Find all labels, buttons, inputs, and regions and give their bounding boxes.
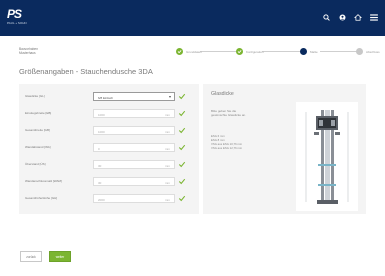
glass-options-list: ESG 6 mm ESG 8 mm VSG aus ESG 10,76 mm V…: [211, 134, 242, 150]
field-unit: mm: [165, 163, 170, 168]
check-icon: [176, 48, 183, 55]
breadcrumb-line[interactable]: Musterhaus: [19, 51, 38, 55]
check-icon: [178, 161, 186, 168]
form-row-ueberstand: Überstand [ÜS] 30 mm: [25, 160, 193, 169]
field-unit: mm: [165, 197, 170, 202]
glass-option: VSG aus ESG 12,76 mm: [211, 146, 243, 150]
shower-profile-illustration: [305, 110, 349, 204]
search-icon[interactable]: [321, 11, 331, 23]
page-title: Größenangaben - Stauchendusche 3DA: [19, 67, 153, 76]
field-value: 30: [98, 163, 102, 168]
dimensions-form: Glasdicke [GL] 6/8 Einfach ▾ Einstiegsbr…: [19, 84, 199, 214]
step-label: Grunddaten: [186, 49, 202, 54]
field-label: Wandanschlussmaß [WAM]: [25, 179, 62, 183]
check-icon: [178, 178, 186, 185]
header-actions: [321, 11, 379, 23]
field-unit: mm: [165, 180, 170, 185]
next-button[interactable]: weiter: [49, 251, 71, 262]
check-icon: [178, 127, 186, 134]
gesamtbreite-field[interactable]: 1000 mm: [93, 126, 175, 135]
chevron-down-icon: ▾: [168, 94, 171, 99]
breadcrumb: Bauvorhaben Musterhaus: [19, 47, 38, 55]
pending-step-icon: [356, 48, 363, 55]
gesamthoehe-field[interactable]: 2000 mm: [93, 194, 175, 203]
field-unit: mm: [165, 129, 170, 134]
step-label: Maße: [310, 49, 318, 54]
ueberstand-field[interactable]: 30 mm: [93, 160, 175, 169]
field-value: 0: [98, 146, 100, 151]
check-icon: [178, 110, 186, 117]
step-2[interactable]: Konfiguration: [236, 48, 264, 55]
current-step-icon: [300, 48, 307, 55]
form-row-gesamthoehe: Gesamthöhe/Höhe [GH] 2000 mm: [25, 194, 193, 203]
brand-logo[interactable]: PS PAUL + SOHN: [7, 7, 27, 26]
step-1[interactable]: Grunddaten: [176, 48, 202, 55]
field-label: Glasdicke [GL]: [25, 94, 45, 98]
brand-logo-mark: PS: [7, 7, 22, 21]
field-unit: mm: [165, 112, 170, 117]
field-label: Gesamtbreite [GB]: [25, 128, 50, 132]
check-icon: [178, 93, 186, 100]
home-icon[interactable]: [353, 11, 363, 23]
form-row-wandabstand: Wandabstand [WA] 0 mm: [25, 143, 193, 152]
back-button[interactable]: zurück: [20, 251, 42, 262]
product-image: [296, 102, 358, 211]
check-icon: [178, 195, 186, 202]
top-navigation-bar: PS PAUL + SOHN: [0, 0, 385, 36]
menu-icon[interactable]: [369, 11, 379, 23]
brand-tagline: PAUL + SOHN: [7, 21, 27, 25]
user-icon[interactable]: [337, 11, 347, 23]
form-row-einstiegsbreite: Einstiegsbreite [EB] 1000 mm: [25, 109, 193, 118]
field-label: Wandabstand [WA]: [25, 145, 51, 149]
info-description: Bitte geben Sie die gewünschte Glasdicke…: [211, 109, 247, 117]
field-value: 2000: [98, 197, 105, 202]
step-4[interactable]: Abschluss: [356, 48, 380, 55]
form-row-glasdicke: Glasdicke [GL] 6/8 Einfach ▾: [25, 92, 193, 101]
wandanschlussmass-field[interactable]: 30 mm: [93, 177, 175, 186]
check-icon: [236, 48, 243, 55]
field-label: Gesamthöhe/Höhe [GH]: [25, 196, 58, 200]
step-connector: [320, 51, 358, 52]
field-label: Überstand [ÜS]: [25, 162, 46, 166]
glasdicke-select[interactable]: 6/8 Einfach ▾: [93, 92, 175, 101]
step-connector: [200, 51, 238, 52]
field-value: 6/8 Einfach: [98, 95, 114, 100]
einstiegsbreite-field[interactable]: 1000 mm: [93, 109, 175, 118]
field-value: 1000: [98, 112, 105, 117]
step-label: Abschluss: [366, 49, 380, 54]
info-title: Glasdicke: [211, 91, 234, 97]
field-value: 1000: [98, 129, 105, 134]
step-connector: [262, 51, 300, 52]
field-unit: mm: [165, 146, 170, 151]
progress-steps: Grunddaten Konfiguration Maße Abschluss: [176, 48, 380, 58]
form-row-gesamtbreite: Gesamtbreite [GB] 1000 mm: [25, 126, 193, 135]
form-row-wandanschlussmass: Wandanschlussmaß [WAM] 30 mm: [25, 177, 193, 186]
step-3[interactable]: Maße: [300, 48, 318, 55]
step-label: Konfiguration: [246, 49, 264, 54]
info-panel: Glasdicke Bitte geben Sie die gewünschte…: [203, 84, 366, 214]
wandabstand-field[interactable]: 0 mm: [93, 143, 175, 152]
field-value: 30: [98, 180, 102, 185]
check-icon: [178, 144, 186, 151]
field-label: Einstiegsbreite [EB]: [25, 111, 52, 115]
